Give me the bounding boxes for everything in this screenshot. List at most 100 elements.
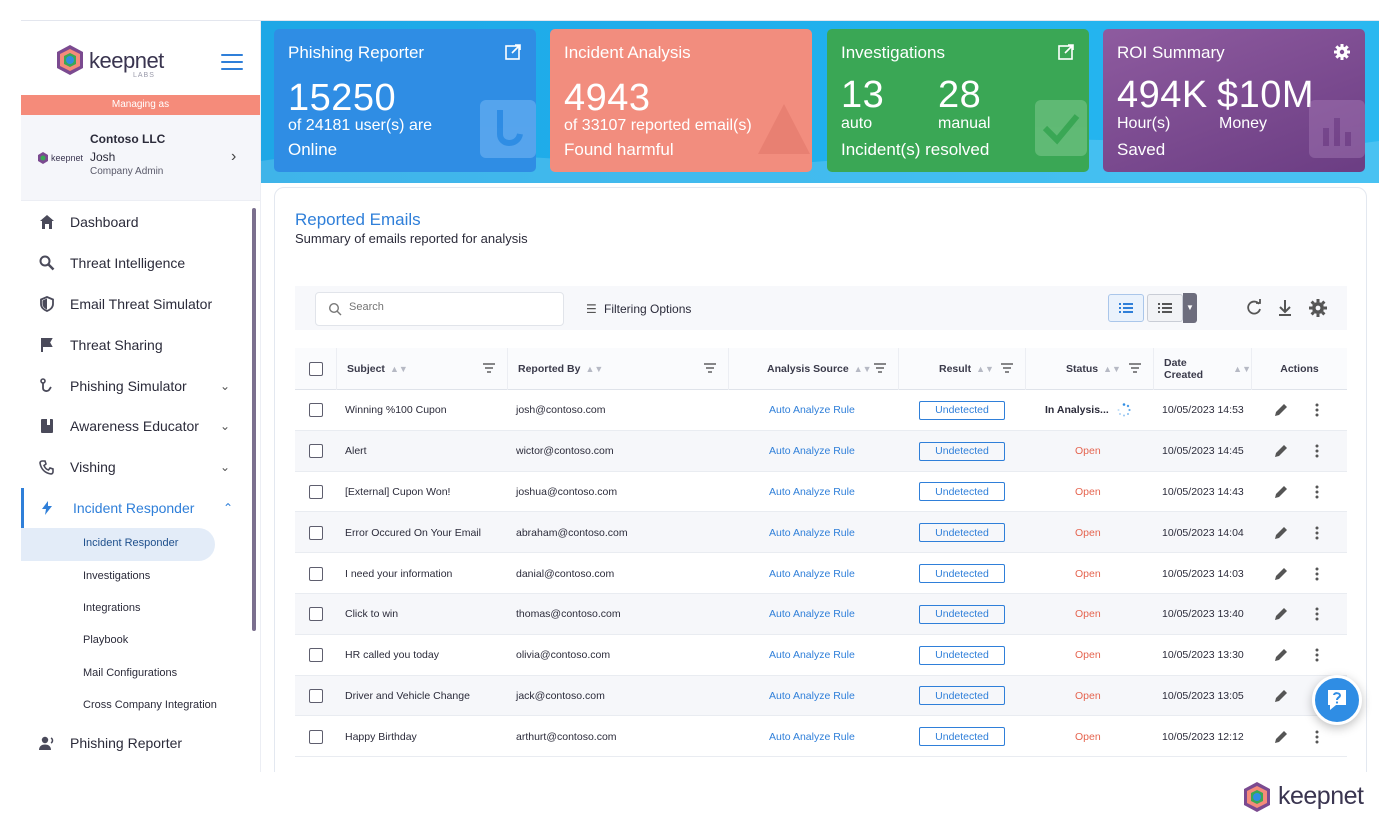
sort-icon[interactable]: ▲▼: [585, 364, 603, 374]
result-badge[interactable]: Undetected: [919, 686, 1005, 706]
cell-analysis-source-link[interactable]: Auto Analyze Rule: [769, 431, 899, 472]
row-checkbox[interactable]: [309, 525, 323, 540]
result-badge[interactable]: Undetected: [919, 523, 1005, 543]
edit-icon[interactable]: [1273, 431, 1289, 472]
result-badge[interactable]: Undetected: [919, 564, 1005, 584]
view-dropdown-icon[interactable]: ▼: [1183, 293, 1197, 323]
subnav-playbook[interactable]: Playbook: [21, 625, 253, 657]
compact-view-button[interactable]: [1147, 294, 1183, 322]
cell-analysis-source-link[interactable]: Auto Analyze Rule: [769, 594, 899, 635]
subnav-incident-responder[interactable]: Incident Responder: [21, 528, 215, 561]
col-date-created[interactable]: Date Created ▲▼: [1154, 348, 1252, 390]
cell-analysis-source-link[interactable]: Auto Analyze Rule: [769, 390, 899, 431]
subnav-investigations[interactable]: Investigations: [21, 561, 253, 593]
sort-icon[interactable]: ▲▼: [390, 364, 408, 374]
filter-icon[interactable]: [1129, 362, 1141, 374]
more-vertical-icon[interactable]: [1309, 716, 1325, 757]
gear-icon[interactable]: [1333, 43, 1351, 61]
edit-icon[interactable]: [1273, 594, 1289, 635]
result-badge[interactable]: Undetected: [919, 645, 1005, 665]
external-link-icon[interactable]: [1057, 43, 1075, 61]
edit-icon[interactable]: [1273, 472, 1289, 513]
row-checkbox[interactable]: [309, 484, 323, 499]
sidebar-item-vishing[interactable]: Vishing ⌄: [21, 447, 253, 488]
sidebar-scrollbar[interactable]: [252, 208, 256, 631]
row-checkbox[interactable]: [309, 729, 323, 744]
edit-icon[interactable]: [1273, 553, 1289, 594]
more-vertical-icon[interactable]: [1309, 594, 1325, 635]
list-view-button[interactable]: [1108, 294, 1144, 322]
col-result[interactable]: Result ▲▼: [899, 348, 1026, 390]
sidebar-item-awareness-educator[interactable]: Awareness Educator ⌄: [21, 406, 253, 447]
more-vertical-icon[interactable]: [1309, 472, 1325, 513]
subnav-mail-configurations[interactable]: Mail Configurations: [21, 658, 253, 690]
table-row[interactable]: I need your information danial@contoso.co…: [295, 553, 1347, 594]
sidebar-item-dashboard[interactable]: Dashboard: [21, 202, 253, 243]
company-switcher[interactable]: keepnet Contoso LLC Josh Company Admin ›: [21, 115, 260, 201]
col-status[interactable]: Status ▲▼: [1026, 348, 1154, 390]
cell-analysis-source-link[interactable]: Auto Analyze Rule: [769, 676, 899, 717]
sort-icon[interactable]: ▲▼: [1233, 364, 1251, 374]
col-reported-by[interactable]: Reported By ▲▼: [508, 348, 729, 390]
table-row[interactable]: Alert wictor@contoso.com Auto Analyze Rule…: [295, 430, 1347, 472]
search-box[interactable]: [315, 292, 564, 326]
subnav-cross-company-integration[interactable]: Cross Company Integration: [21, 690, 253, 722]
search-input[interactable]: [349, 301, 549, 313]
filtering-options-button[interactable]: ☰ Filtering Options: [586, 302, 691, 316]
table-row[interactable]: Winning %100 Cupon josh@contoso.com Auto A…: [295, 390, 1347, 431]
cell-analysis-source-link[interactable]: Auto Analyze Rule: [769, 553, 899, 594]
row-checkbox[interactable]: [309, 688, 323, 703]
table-row[interactable]: Driver and Vehicle Change jack@contoso.co…: [295, 675, 1347, 717]
download-icon[interactable]: [1275, 298, 1295, 318]
sort-icon[interactable]: ▲▼: [854, 364, 872, 374]
table-row[interactable]: Happy Birthday arthurt@contoso.com Auto An…: [295, 716, 1347, 758]
row-checkbox[interactable]: [309, 403, 323, 418]
more-vertical-icon[interactable]: [1309, 553, 1325, 594]
subnav-integrations[interactable]: Integrations: [21, 593, 253, 625]
cell-analysis-source-link[interactable]: Auto Analyze Rule: [769, 635, 899, 676]
result-badge[interactable]: Undetected: [919, 604, 1005, 624]
filter-icon[interactable]: [704, 362, 716, 374]
menu-toggle-icon[interactable]: [221, 54, 243, 70]
result-badge[interactable]: Undetected: [919, 441, 1005, 461]
help-chat-button[interactable]: [1312, 675, 1362, 725]
table-row[interactable]: [External] Cupon Won! joshua@contoso.com A…: [295, 472, 1347, 513]
edit-icon[interactable]: [1273, 716, 1289, 757]
filter-icon[interactable]: [1001, 362, 1013, 374]
cell-analysis-source-link[interactable]: Auto Analyze Rule: [769, 512, 899, 553]
sidebar-item-threat-intelligence[interactable]: Threat Intelligence: [21, 243, 253, 284]
edit-icon[interactable]: [1273, 635, 1289, 676]
sidebar-item-incident-responder[interactable]: Incident Responder ⌃: [21, 487, 253, 529]
sidebar-item-email-threat-simulator[interactable]: Email Threat Simulator: [21, 284, 253, 325]
row-checkbox[interactable]: [309, 607, 323, 622]
refresh-icon[interactable]: [1244, 298, 1264, 318]
sidebar-item-phishing-reporter[interactable]: Phishing Reporter: [21, 722, 253, 763]
filter-icon[interactable]: [874, 362, 886, 374]
settings-gear-icon[interactable]: [1308, 298, 1328, 318]
more-vertical-icon[interactable]: [1309, 635, 1325, 676]
row-checkbox[interactable]: [309, 648, 323, 663]
row-checkbox[interactable]: [309, 566, 323, 581]
sidebar-item-phishing-simulator[interactable]: Phishing Simulator ⌄: [21, 365, 253, 406]
sidebar-item-threat-sharing[interactable]: Threat Sharing: [21, 324, 253, 365]
more-vertical-icon[interactable]: [1309, 431, 1325, 472]
edit-icon[interactable]: [1273, 512, 1289, 553]
cell-analysis-source-link[interactable]: Auto Analyze Rule: [769, 716, 899, 757]
edit-icon[interactable]: [1273, 390, 1289, 431]
sort-icon[interactable]: ▲▼: [1103, 364, 1121, 374]
table-row[interactable]: HR called you today olivia@contoso.com Aut…: [295, 635, 1347, 676]
more-vertical-icon[interactable]: [1309, 512, 1325, 553]
filter-icon[interactable]: [483, 362, 495, 374]
result-badge[interactable]: Undetected: [919, 727, 1005, 747]
cell-analysis-source-link[interactable]: Auto Analyze Rule: [769, 472, 899, 513]
result-badge[interactable]: Undetected: [919, 400, 1005, 420]
table-row[interactable]: Click to win thomas@contoso.com Auto Analy…: [295, 593, 1347, 635]
edit-icon[interactable]: [1273, 676, 1289, 717]
more-vertical-icon[interactable]: [1309, 390, 1325, 431]
result-badge[interactable]: Undetected: [919, 482, 1005, 502]
col-subject[interactable]: Subject ▲▼: [337, 348, 508, 390]
row-checkbox[interactable]: [309, 444, 323, 459]
col-analysis-source[interactable]: Analysis Source ▲▼: [729, 348, 899, 390]
sort-icon[interactable]: ▲▼: [976, 364, 994, 374]
external-link-icon[interactable]: [504, 43, 522, 61]
